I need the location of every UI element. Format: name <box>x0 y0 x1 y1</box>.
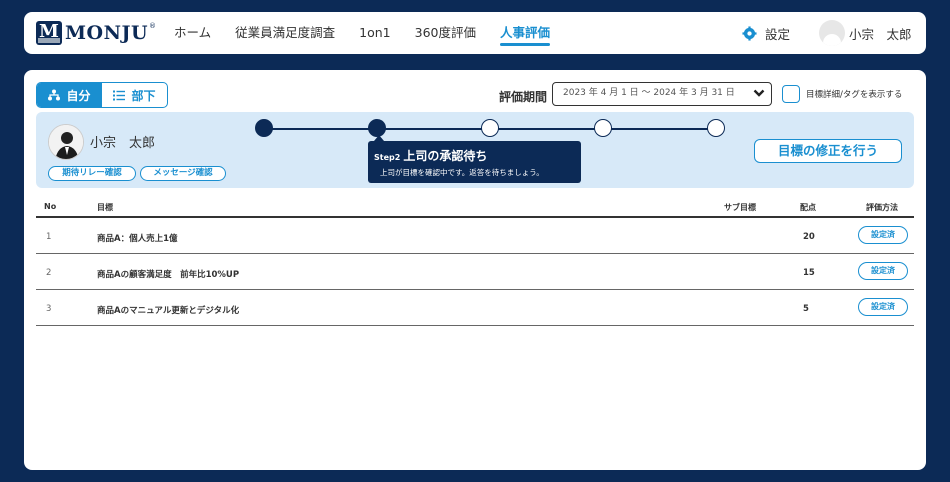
nav-home[interactable]: ホーム <box>174 12 211 54</box>
row-no: 2 <box>46 268 52 278</box>
col-sub-goal: サブ目標 <box>724 203 756 212</box>
employee-name: 小宗 太郎 <box>90 136 156 151</box>
toggle-subordinate[interactable]: 部下 <box>102 83 167 107</box>
progress-step <box>255 119 273 137</box>
col-method: 評価方法 <box>866 203 898 212</box>
show-details-label: 目標詳細/タグを表示する <box>806 90 903 100</box>
user-avatar <box>819 20 845 46</box>
period-label: 評価期間 <box>499 90 548 104</box>
list-icon <box>113 90 126 100</box>
edit-goals-button[interactable]: 目標の修正を行う <box>754 139 902 163</box>
user-menu[interactable]: 小宗 太郎 <box>819 20 912 46</box>
show-details-checkbox[interactable] <box>782 85 800 103</box>
message-check-button[interactable]: メッセージ確認 <box>140 166 226 181</box>
top-header: M MONJU ® ホーム 従業員満足度調査 1on1 360度評価 人事評価 … <box>24 12 926 54</box>
gear-icon <box>742 26 757 41</box>
tooltip-description: 上司が目標を確認中です。返答を待ちましょう。 <box>380 168 544 177</box>
nav-1on1[interactable]: 1on1 <box>359 12 390 54</box>
nav-satisfaction-survey[interactable]: 従業員満足度調査 <box>235 12 335 54</box>
method-badge[interactable]: 設定済 <box>858 226 908 244</box>
tooltip-title-text: 上司の承認待ち <box>403 149 488 163</box>
table-row[interactable]: 1 商品A：個人売上1億 20 設定済 <box>36 218 914 254</box>
user-name: 小宗 太郎 <box>849 26 912 42</box>
progress-step <box>707 119 725 137</box>
settings-label: 設定 <box>765 27 791 42</box>
org-chart-icon <box>48 89 61 101</box>
table-row[interactable]: 2 商品Aの顧客満足度 前年比10%UP 15 設定済 <box>36 254 914 290</box>
toggle-subordinate-label: 部下 <box>131 88 156 103</box>
nav-360-review[interactable]: 360度評価 <box>415 12 476 54</box>
row-score: 15 <box>803 268 815 278</box>
chevron-down-icon <box>753 89 765 97</box>
period-select[interactable]: 2023 年 4 月 1 日 〜 2024 年 3 月 31 日 <box>552 82 772 106</box>
col-no: No <box>44 202 57 211</box>
col-goal: 目標 <box>97 203 113 212</box>
settings-link[interactable]: 設定 <box>742 24 790 43</box>
method-badge[interactable]: 設定済 <box>858 262 908 280</box>
tooltip-step: Step2 <box>374 153 401 162</box>
row-no: 1 <box>46 232 52 242</box>
evaluation-panel: 自分 部下 評価期間 2023 年 4 月 1 日 〜 2024 年 3 月 3… <box>24 70 926 470</box>
logo-text: MONJU <box>65 22 149 44</box>
row-goal: 商品A：個人売上1億 <box>97 234 178 244</box>
method-badge[interactable]: 設定済 <box>858 298 908 316</box>
row-score: 20 <box>803 232 815 242</box>
toggle-self[interactable]: 自分 <box>37 83 102 107</box>
main-nav: ホーム 従業員満足度調査 1on1 360度評価 人事評価 <box>174 12 574 54</box>
table-header: No 目標 サブ目標 配点 評価方法 <box>36 198 914 218</box>
period-value: 2023 年 4 月 1 日 〜 2024 年 3 月 31 日 <box>563 88 735 98</box>
monju-logo[interactable]: M MONJU ® <box>36 21 156 45</box>
logo-mark-icon: M <box>36 21 62 45</box>
col-score: 配点 <box>800 203 816 212</box>
relay-check-button[interactable]: 期待リレー確認 <box>48 166 136 181</box>
logo-registered-mark: ® <box>149 22 157 30</box>
status-band: 小宗 太郎 期待リレー確認 メッセージ確認 Step2 上司の承認待ち 上司が目標… <box>36 112 914 188</box>
progress-step <box>481 119 499 137</box>
view-toggle: 自分 部下 <box>36 82 168 108</box>
employee-avatar <box>48 124 84 160</box>
tooltip-title: Step2 上司の承認待ち <box>374 147 487 164</box>
progress-step <box>594 119 612 137</box>
row-no: 3 <box>46 304 52 314</box>
row-score: 5 <box>803 304 809 314</box>
step-tooltip: Step2 上司の承認待ち 上司が目標を確認中です。返答を待ちましょう。 <box>368 135 581 183</box>
row-goal: 商品Aの顧客満足度 前年比10%UP <box>97 270 240 280</box>
nav-hr-evaluation[interactable]: 人事評価 <box>500 12 551 54</box>
row-goal: 商品Aのマニュアル更新とデジタル化 <box>97 306 240 316</box>
toggle-self-label: 自分 <box>66 88 91 103</box>
show-details-toggle[interactable]: 目標詳細/タグを表示する <box>782 85 902 103</box>
table-row[interactable]: 3 商品Aのマニュアル更新とデジタル化 5 設定済 <box>36 290 914 326</box>
